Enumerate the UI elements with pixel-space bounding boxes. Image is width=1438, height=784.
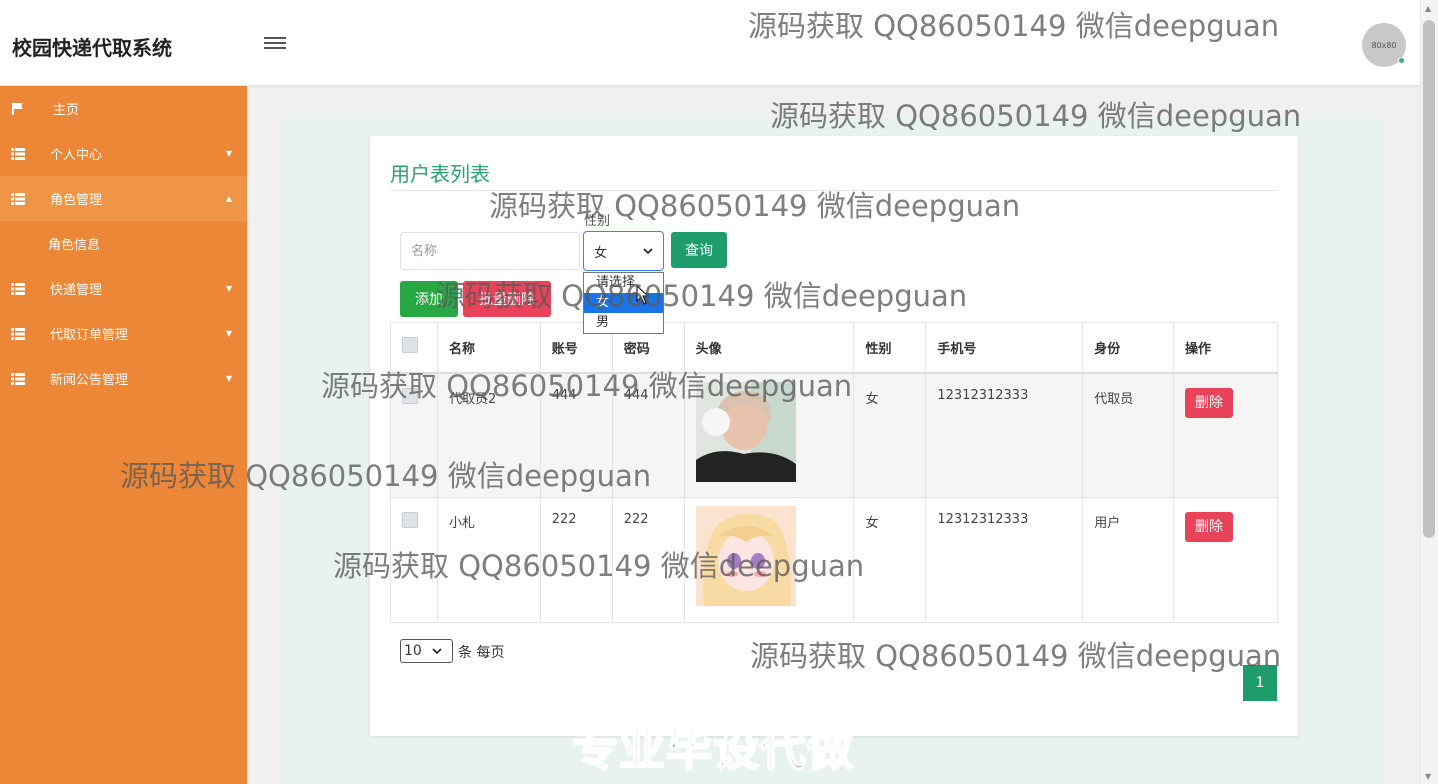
avatar-placeholder-text: 80x80 [1371,40,1397,50]
sidebar-item-label: 个人中心 [50,148,103,163]
page-scrollbar[interactable]: ▲ ▼ [1420,0,1438,784]
scroll-up-icon[interactable]: ▲ [1425,4,1431,13]
table-row: 代取员2 444 444 女 12312312333 代取员 删除 [390,372,1278,498]
cell-gender: 女 [853,497,927,623]
cell-actions: 删除 [1173,497,1278,623]
cell-gender: 女 [853,372,927,498]
gender-option[interactable]: 请选择 [584,273,663,293]
select-all-checkbox[interactable] [402,337,418,354]
online-status-dot [1398,57,1405,64]
page-title: 用户表列表 [390,162,490,186]
mouse-cursor-icon [636,285,650,305]
caret-down-icon: ▼ [225,284,232,293]
title-divider [390,190,1278,191]
name-search-input[interactable] [400,232,580,270]
cell-avatar [683,497,855,623]
watermark-banner: 专业毕设代做 [571,721,854,777]
chevron-down-icon [432,648,442,655]
page-size-value: 10 [404,643,422,659]
table-header-row: 名称 账号 密码 头像 性别 手机号 身份 操作 [390,322,1278,373]
caret-up-icon: ▲ [225,194,232,203]
column-header: 手机号 [925,322,1084,373]
gender-option[interactable]: 女 [584,293,663,313]
gender-dropdown-list: 请选择 女 男 [583,272,664,334]
scroll-down-icon[interactable]: ▼ [1425,772,1431,781]
sidebar-item-label: 角色管理 [50,193,103,208]
avatar[interactable]: 80x80 [1362,23,1406,67]
column-header: 头像 [683,322,855,373]
row-select-cell [390,372,438,498]
page-button-current[interactable]: 1 [1243,665,1277,701]
cell-actions: 删除 [1173,372,1278,498]
row-select-cell [390,497,438,623]
row-checkbox[interactable] [402,387,418,404]
column-header: 性别 [853,322,927,373]
cell-phone: 12312312333 [925,372,1084,498]
select-all-cell [390,322,438,373]
user-list-card: 用户表列表 性别 女 查询 添加 批量删除 请选择 女 男 名称 账号 密码 头… [370,136,1298,736]
gender-filter-label: 性别 [584,214,611,229]
sidebar-item-news-management[interactable]: 新闻公告管理 ▼ [0,356,247,401]
cell-account: 222 [539,497,613,623]
grid-icon [11,282,25,295]
batch-delete-button[interactable]: 批量删除 [463,281,551,317]
gender-selected-value: 女 [594,245,608,261]
cell-role: 用户 [1082,497,1175,623]
column-header: 操作 [1173,322,1278,373]
caret-down-icon: ▼ [225,149,232,158]
sidebar-item-personal-center[interactable]: 个人中心 ▼ [0,131,247,176]
grid-icon [11,327,25,340]
sidebar-subitem-role-info[interactable]: 角色信息 [48,234,100,253]
query-button[interactable]: 查询 [671,232,727,268]
cell-avatar [683,372,855,498]
page-size-select[interactable]: 10 [400,639,453,663]
sidebar-item-express-management[interactable]: 快递管理 ▼ [0,266,247,311]
sidebar: 主页 个人中心 ▼ 角色管理 ▲ 角色信息 快递管理 ▼ 代取订单管理 ▼ 新闻… [0,86,247,784]
delete-button[interactable]: 删除 [1185,387,1234,418]
cell-name: 代取员2 [436,372,541,498]
caret-down-icon: ▼ [225,329,232,338]
grid-icon [11,372,25,385]
add-button[interactable]: 添加 [400,281,458,317]
sidebar-item-label: 代取订单管理 [50,328,129,343]
user-table: 名称 账号 密码 头像 性别 手机号 身份 操作 代取员2 444 444 女 … [390,322,1278,623]
avatar-anime-image [695,506,796,606]
sidebar-item-order-management[interactable]: 代取订单管理 ▼ [0,311,247,356]
table-row: 小札 222 222 女 12312312333 用户 删除 [390,497,1278,623]
sidebar-item-label: 快递管理 [50,283,103,298]
flag-icon [12,102,23,115]
sidebar-item-home[interactable]: 主页 [0,86,247,131]
gender-select[interactable]: 女 [583,231,664,271]
cell-name: 小札 [436,497,541,623]
gender-option[interactable]: 男 [584,313,663,333]
cell-password: 222 [611,497,685,623]
sidebar-item-role-management[interactable]: 角色管理 ▲ [0,176,247,221]
column-header: 身份 [1082,322,1175,373]
grid-icon [11,147,25,160]
top-header: 校园快递代取系统 80x80 [0,0,1420,86]
cell-account: 444 [539,372,613,498]
cell-role: 代取员 [1082,372,1175,498]
sidebar-item-label: 新闻公告管理 [50,373,129,388]
sidebar-item-label: 主页 [53,103,80,118]
app-title: 校园快递代取系统 [12,36,172,60]
grid-icon [11,192,25,205]
cell-password: 444 [611,372,685,498]
column-header: 名称 [436,322,541,373]
caret-down-icon: ▼ [225,374,232,383]
avatar-photo-image [695,381,796,482]
scroll-thumb[interactable] [1423,20,1435,538]
menu-toggle-icon[interactable] [264,34,286,52]
page-size-label: 条 每页 [458,645,505,661]
delete-button[interactable]: 删除 [1185,512,1234,542]
cell-phone: 12312312333 [925,497,1084,623]
row-checkbox[interactable] [402,512,418,528]
chevron-down-icon [643,248,653,255]
